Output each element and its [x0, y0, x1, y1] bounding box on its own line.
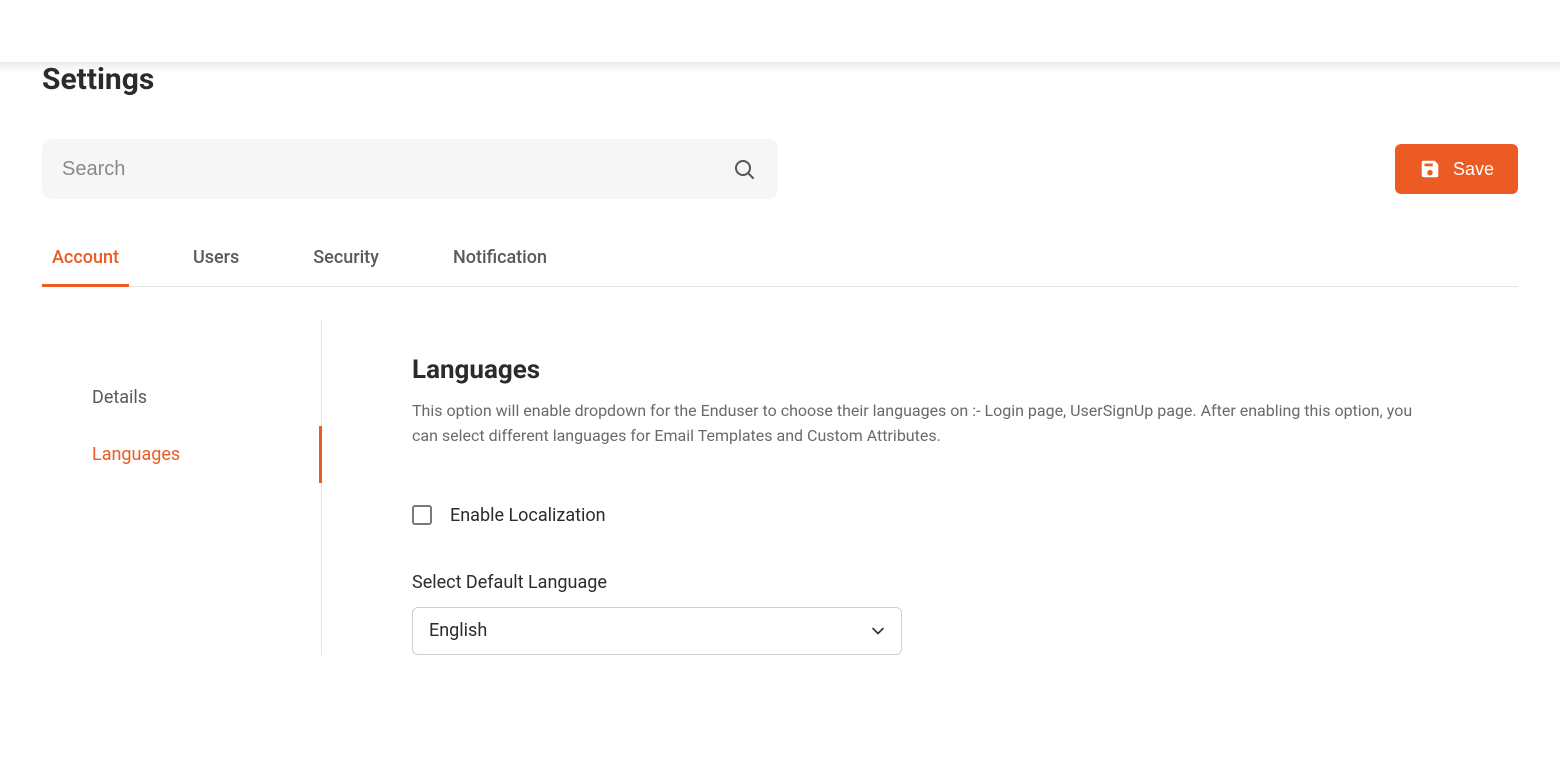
settings-page: Settings Save Account Users Security No — [0, 62, 1560, 655]
content: Details Languages Languages This option … — [42, 319, 1518, 655]
tab-users[interactable]: Users — [183, 235, 249, 287]
toolbar: Save — [42, 139, 1518, 199]
search-icon — [732, 157, 756, 181]
section-description: This option will enable dropdown for the… — [412, 399, 1432, 449]
default-language-select[interactable]: English — [412, 607, 902, 655]
save-icon — [1419, 158, 1441, 180]
top-shadow — [0, 62, 1560, 72]
save-button[interactable]: Save — [1395, 144, 1518, 194]
side-nav-item-languages[interactable]: Languages — [42, 426, 321, 483]
main-panel: Languages This option will enable dropdo… — [322, 319, 1518, 655]
section-title: Languages — [412, 355, 1518, 385]
enable-localization-row: Enable Localization — [412, 505, 1518, 526]
search-box[interactable] — [42, 139, 778, 199]
default-language-label: Select Default Language — [412, 572, 1518, 593]
tabs: Account Users Security Notification — [42, 235, 1518, 287]
enable-localization-label: Enable Localization — [450, 505, 606, 526]
default-language-select-wrap: English — [412, 607, 902, 655]
tab-notification[interactable]: Notification — [443, 235, 557, 287]
search-input[interactable] — [42, 139, 778, 199]
tab-security[interactable]: Security — [303, 235, 389, 287]
chevron-down-icon — [868, 621, 888, 641]
enable-localization-checkbox[interactable] — [412, 505, 432, 525]
side-nav: Details Languages — [42, 319, 322, 655]
tab-account[interactable]: Account — [42, 235, 129, 287]
save-button-label: Save — [1453, 159, 1494, 180]
side-nav-item-details[interactable]: Details — [42, 369, 321, 426]
